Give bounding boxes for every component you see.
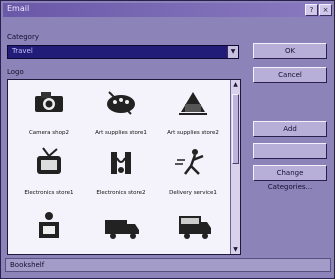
close-button[interactable]: ×	[319, 4, 332, 16]
vertical-scrollbar[interactable]: ▲ ▼	[230, 80, 240, 254]
ok-button[interactable]: OK	[253, 43, 327, 59]
list-item[interactable]	[160, 208, 226, 254]
item-label: Art supplies store1	[95, 130, 147, 136]
list-item[interactable]: Delivery service1	[160, 146, 226, 196]
item-label: Electronics store1	[24, 190, 74, 196]
logo-list-label: Logo	[7, 68, 24, 76]
item-label: Camera shop2	[28, 130, 70, 136]
delivery-icon	[175, 149, 204, 175]
list-item[interactable]: Art supplies store2	[160, 86, 226, 136]
list-item[interactable]: Electronics store1	[16, 146, 82, 196]
scroll-up-icon[interactable]: ▲	[231, 80, 240, 89]
chevron-down-icon[interactable]: ▼	[227, 46, 238, 58]
electronics-icon	[37, 147, 61, 174]
list-item[interactable]: Art supplies store1	[88, 86, 154, 136]
camera-icon	[35, 92, 63, 112]
electronics-icon	[111, 152, 131, 174]
title-bar: Email ? ×	[3, 3, 332, 17]
item-label: Art supplies store2	[167, 130, 219, 136]
change-categories-button[interactable]: Change Categories...	[253, 165, 327, 191]
category-dropdown[interactable]: Travel ▼	[7, 45, 239, 59]
truck-icon	[179, 216, 211, 239]
category-label: Category	[7, 33, 39, 41]
list-item[interactable]: Camera shop2	[16, 86, 82, 136]
status-text: Bookshelf	[10, 261, 45, 269]
list-item[interactable]	[88, 208, 154, 254]
delete-button[interactable]	[253, 143, 327, 159]
item-label: Electronics store2	[96, 190, 146, 196]
help-button[interactable]: ?	[305, 4, 318, 16]
cancel-button[interactable]: Cancel	[253, 67, 327, 83]
delivery-icon	[39, 212, 59, 238]
add-button[interactable]: Add	[253, 121, 327, 137]
logo-dialog: Email ? × Category Travel ▼ Logo Camera …	[0, 0, 335, 279]
list-item[interactable]	[16, 208, 82, 254]
art-supplies-icon	[107, 91, 135, 115]
scroll-down-icon[interactable]: ▼	[231, 245, 240, 254]
list-item[interactable]: Electronics store2	[88, 146, 154, 196]
logo-list[interactable]: Camera shop2 Art supplies store1 Art sup…	[7, 79, 241, 255]
category-value: Travel	[12, 47, 33, 55]
truck-icon	[105, 220, 139, 239]
art-supplies-icon	[179, 92, 207, 115]
status-bar: Bookshelf	[5, 258, 331, 272]
scrollbar-thumb[interactable]	[232, 94, 239, 164]
window-title: Email	[7, 4, 30, 13]
item-label: Delivery service1	[169, 190, 217, 196]
